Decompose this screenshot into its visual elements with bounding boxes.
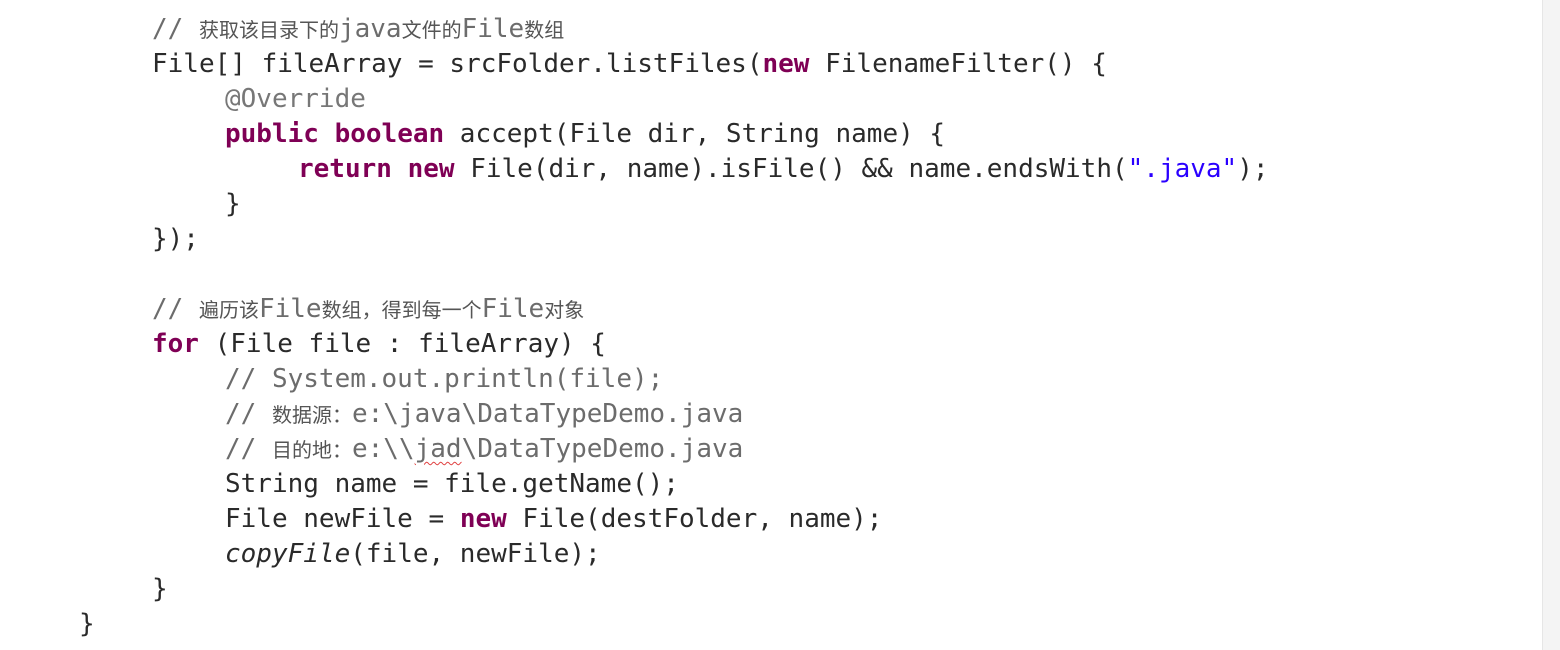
comment-text: 数据源： (271, 403, 352, 427)
comment-text: File (258, 294, 322, 324)
comment-text: 遍历该 (198, 298, 259, 322)
code-text: } (152, 574, 168, 604)
comment: // 获取该目录下的java文件的File数组 (152, 14, 564, 44)
code-text: File newFile = (225, 504, 460, 534)
method-call: copyFile (225, 539, 351, 569)
code-line-17: } (79, 607, 95, 642)
keyword: new (762, 49, 810, 79)
keyword: public (225, 119, 319, 149)
code-line-11: // 数据源：e:\java\DataTypeDemo.java (225, 397, 743, 432)
code-text: File(destFolder, name); (506, 504, 883, 534)
code-text: } (79, 609, 95, 639)
code-line-1: // 获取该目录下的java文件的File数组 (152, 12, 564, 47)
keyword: new (459, 504, 507, 534)
comment-text: e:\\ (351, 434, 415, 464)
comment-text: File (461, 14, 525, 44)
code-line-6: } (225, 187, 241, 222)
code-line-14: File newFile = new File(destFolder, name… (225, 502, 882, 537)
code-text: String name = file.getName(); (225, 469, 679, 499)
comment-text: 数组 (524, 18, 565, 42)
vertical-scrollbar[interactable] (1542, 0, 1560, 650)
code-line-7: }); (152, 222, 199, 257)
comment-text: 目的地： (271, 438, 352, 462)
keyword: for (152, 329, 199, 359)
code-line-15: copyFile(file, newFile); (225, 537, 601, 572)
code-line-4: public boolean accept(File dir, String n… (225, 117, 945, 152)
code-line-5: return new File(dir, name).isFile() && n… (298, 152, 1269, 187)
comment-text: 对象 (544, 298, 585, 322)
keyword: return (298, 154, 392, 184)
keyword: new (407, 154, 455, 184)
keyword: boolean (334, 119, 445, 149)
comment-prefix: // (225, 434, 272, 464)
code-text: (File file : fileArray) { (198, 329, 606, 359)
comment-text: 文件的 (401, 18, 462, 42)
code-line-2: File[] fileArray = srcFolder.listFiles(n… (152, 47, 1107, 82)
comment-text: java (338, 14, 402, 44)
code-text: FilenameFilter() { (809, 49, 1107, 79)
annotation: @Override (225, 84, 366, 114)
comment-prefix: // (225, 399, 272, 429)
code-text: (file, newFile); (350, 539, 601, 569)
comment-text: 数组，得到每一个 (321, 298, 482, 322)
spellcheck-word: jad (414, 434, 462, 464)
code-editor[interactable]: // 获取该目录下的java文件的File数组 File[] fileArray… (0, 0, 1543, 650)
code-line-16: } (152, 572, 168, 607)
code-line-9: for (File file : fileArray) { (152, 327, 606, 362)
comment: // 遍历该File数组，得到每一个File对象 (152, 294, 584, 324)
comment: // System.out.println(file); (225, 364, 664, 394)
code-text: File[] fileArray = srcFolder.listFiles( (152, 49, 763, 79)
code-text: accept(File dir, String name) { (444, 119, 946, 149)
comment-text: File (481, 294, 545, 324)
code-line-8: // 遍历该File数组，得到每一个File对象 (152, 292, 584, 327)
code-line-10: // System.out.println(file); (225, 362, 663, 397)
comment-prefix: // (152, 294, 199, 324)
comment: // 数据源：e:\java\DataTypeDemo.java (225, 399, 743, 429)
comment-text: 获取该目录下的 (198, 18, 339, 42)
comment-text: \DataTypeDemo.java (461, 434, 744, 464)
code-text: } (225, 189, 241, 219)
comment: // 目的地：e:\\jad\DataTypeDemo.java (225, 434, 743, 464)
comment-text: e:\java\DataTypeDemo.java (351, 399, 744, 429)
code-text: File(dir, name).isFile() && name.endsWit… (454, 154, 1128, 184)
comment-prefix: // (152, 14, 199, 44)
code-line-3: @Override (225, 82, 366, 117)
string-literal: ".java" (1127, 154, 1238, 184)
code-text: }); (152, 224, 199, 254)
code-text: ); (1237, 154, 1269, 184)
code-line-12: // 目的地：e:\\jad\DataTypeDemo.java (225, 432, 743, 467)
code-line-13: String name = file.getName(); (225, 467, 679, 502)
